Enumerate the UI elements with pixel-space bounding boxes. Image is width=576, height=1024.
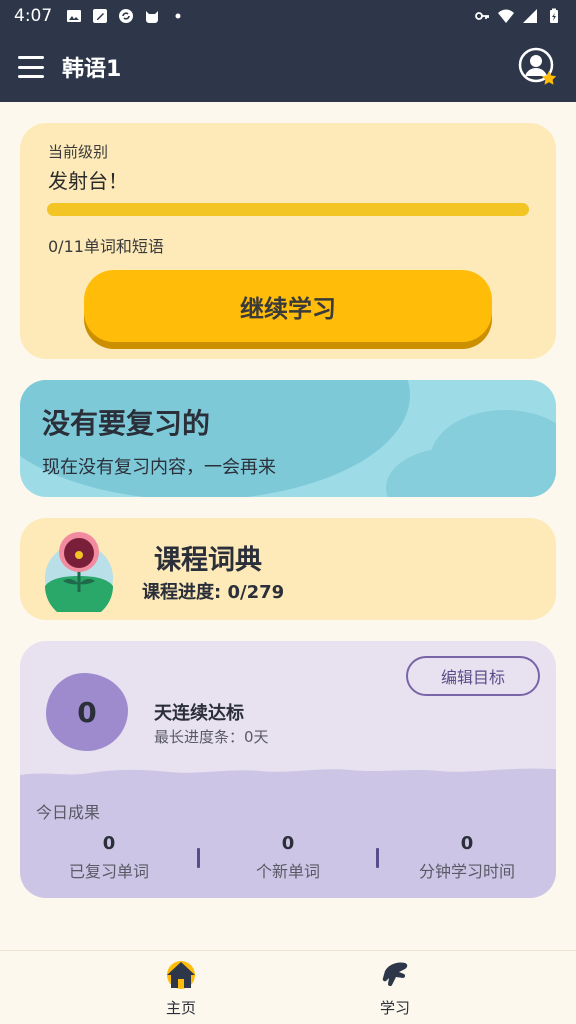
sync-icon <box>119 9 134 23</box>
stat-value: 0 <box>460 833 474 854</box>
streak-card: 0 编辑目标 天连续达标 最长进度条：0天 今日成果 0 已复习单词 0 个新单… <box>20 641 556 898</box>
today-results-label: 今日成果 <box>36 803 101 822</box>
words-count: 0/11单词和短语 <box>48 237 164 256</box>
level-card: 当前级别 发射台！ 0/11单词和短语 继续学习 <box>20 123 556 359</box>
longest-streak-text: 最长进度条：0天 <box>154 728 269 746</box>
flower-icon <box>45 532 113 612</box>
continue-learning-button[interactable]: 继续学习 <box>84 270 492 342</box>
stat-label: 已复习单词 <box>68 862 149 881</box>
nav-home-label: 主页 <box>165 999 196 1017</box>
level-label: 当前级别 <box>48 143 109 161</box>
menu-icon[interactable] <box>18 56 44 78</box>
review-card[interactable]: 没有要复习的 现在没有复习内容，一会再来 <box>20 380 556 497</box>
page-title: 韩语1 <box>62 57 122 82</box>
review-subtext: 现在没有复习内容，一会再来 <box>42 457 276 478</box>
nav-learn[interactable]: 学习 <box>335 957 455 1018</box>
level-name: 发射台！ <box>48 169 128 193</box>
stat-value: 0 <box>102 833 116 854</box>
key-icon <box>475 12 489 20</box>
nav-home[interactable]: 主页 <box>121 957 241 1018</box>
status-time: 4:07 <box>14 6 53 26</box>
dictionary-progress: 课程进度: 0/279 <box>142 582 285 603</box>
stat-label: 分钟学习时间 <box>418 862 515 881</box>
signal-icon <box>523 9 537 23</box>
app-bar: 韩语1 <box>0 32 576 102</box>
learn-hand-icon <box>382 962 408 987</box>
review-heading: 没有要复习的 <box>42 407 211 440</box>
dictionary-card[interactable]: 课程词典 课程进度: 0/279 <box>20 518 556 620</box>
nav-learn-label: 学习 <box>379 999 410 1017</box>
streak-days-label: 天连续达标 <box>154 703 244 724</box>
edit-goal-button[interactable]: 编辑目标 <box>406 656 540 696</box>
stat-reviewed-words: 0 已复习单词 <box>24 833 194 882</box>
stat-divider <box>197 848 200 868</box>
stat-value: 0 <box>281 833 295 854</box>
image-icon <box>67 10 82 22</box>
status-bar: 4:07 <box>0 0 576 32</box>
stat-new-words: 0 个新单词 <box>203 833 373 882</box>
home-icon <box>167 961 195 989</box>
stat-study-minutes: 0 分钟学习时间 <box>382 833 552 882</box>
profile-star-icon[interactable] <box>518 47 558 87</box>
streak-count-badge: 0 <box>46 673 128 751</box>
wifi-icon <box>498 9 514 23</box>
edit-icon <box>93 9 108 23</box>
dot-icon <box>175 13 181 19</box>
bottom-nav: 主页 学习 <box>0 950 576 1024</box>
cat-icon <box>146 11 159 23</box>
battery-icon <box>550 8 558 23</box>
stat-divider <box>376 848 379 868</box>
stat-label: 个新单词 <box>255 862 320 881</box>
level-progress-bar <box>47 203 529 216</box>
dictionary-heading: 课程词典 <box>154 545 262 576</box>
